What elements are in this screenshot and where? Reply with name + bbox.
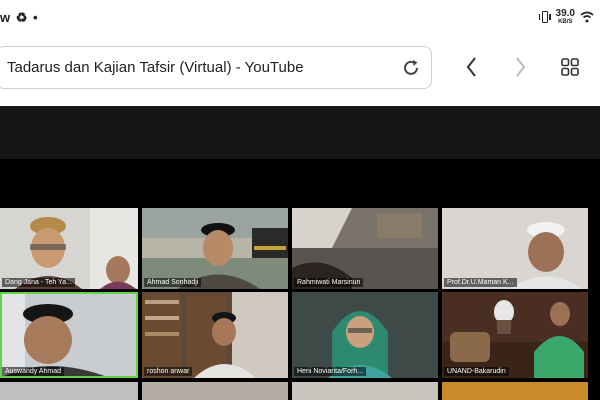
participant-tile[interactable]: Rahmiwati Marsinun bbox=[292, 208, 438, 289]
participant-tile-active-speaker[interactable]: Auswandy Ahmad bbox=[0, 292, 138, 378]
reload-icon bbox=[404, 60, 418, 75]
participant-name: Prof.Dr.U.Maman K... bbox=[444, 278, 517, 287]
participant-name: Dang Jana - Teh Ya... bbox=[2, 278, 75, 287]
participant-tile[interactable] bbox=[442, 382, 588, 400]
participant-video bbox=[442, 208, 588, 289]
participant-tile[interactable] bbox=[142, 382, 288, 400]
participant-name: roshon anwar bbox=[144, 367, 193, 376]
vibrate-icon bbox=[538, 10, 551, 24]
participant-tile[interactable] bbox=[292, 382, 438, 400]
status-bar: w ♻ • 39.0 KB/S bbox=[0, 0, 600, 38]
address-bar[interactable]: Tadarus dan Kajian Tafsir (Virtual) - Yo… bbox=[0, 46, 432, 89]
video-player[interactable]: Dang Jana - Teh Ya... Ahmad Sonhadji Rah… bbox=[0, 106, 600, 400]
participant-video bbox=[142, 292, 288, 378]
participant-video bbox=[0, 292, 138, 378]
tabs-button[interactable] bbox=[555, 52, 585, 82]
app-w-icon: w bbox=[0, 10, 11, 25]
participant-name: Heni Noviarita/Forh... bbox=[294, 367, 367, 376]
participant-video bbox=[442, 292, 588, 378]
participant-video bbox=[292, 208, 438, 289]
recycle-icon: ♻ bbox=[15, 10, 28, 25]
reload-button[interactable] bbox=[399, 56, 423, 80]
participant-tile[interactable]: UNAND-Bakarudin bbox=[442, 292, 588, 378]
page-title: Tadarus dan Kajian Tafsir (Virtual) - Yo… bbox=[7, 59, 304, 76]
participant-video bbox=[0, 208, 138, 289]
participant-name: UNAND-Bakarudin bbox=[444, 367, 509, 376]
forward-button[interactable] bbox=[505, 52, 535, 82]
participant-name: Ahmad Sonhadji bbox=[144, 278, 202, 287]
chevron-right-icon bbox=[516, 57, 526, 77]
participant-tile[interactable] bbox=[0, 382, 138, 400]
player-top-bar bbox=[0, 106, 600, 159]
wifi-icon bbox=[580, 11, 594, 23]
tabs-grid-icon bbox=[561, 58, 579, 76]
participant-name: Rahmiwati Marsinun bbox=[294, 278, 364, 287]
network-speed: 39.0 KB/S bbox=[555, 8, 575, 26]
participant-tile[interactable]: Prof.Dr.U.Maman K... bbox=[442, 208, 588, 289]
participant-tile[interactable]: Heni Noviarita/Forh... bbox=[292, 292, 438, 378]
back-button[interactable] bbox=[457, 52, 487, 82]
network-speed-unit: KB/S bbox=[558, 19, 573, 25]
dot-icon: • bbox=[33, 10, 38, 25]
notification-icons: w ♻ • bbox=[0, 10, 40, 26]
participant-video bbox=[292, 292, 438, 378]
participant-tile[interactable]: Ahmad Sonhadji bbox=[142, 208, 288, 289]
chevron-left-icon bbox=[466, 57, 476, 77]
participant-name: Auswandy Ahmad bbox=[2, 367, 65, 376]
participant-video bbox=[142, 208, 288, 289]
network-speed-value: 39.0 bbox=[555, 8, 575, 19]
participant-tile[interactable]: roshon anwar bbox=[142, 292, 288, 378]
participant-tile[interactable]: Dang Jana - Teh Ya... bbox=[0, 208, 138, 289]
